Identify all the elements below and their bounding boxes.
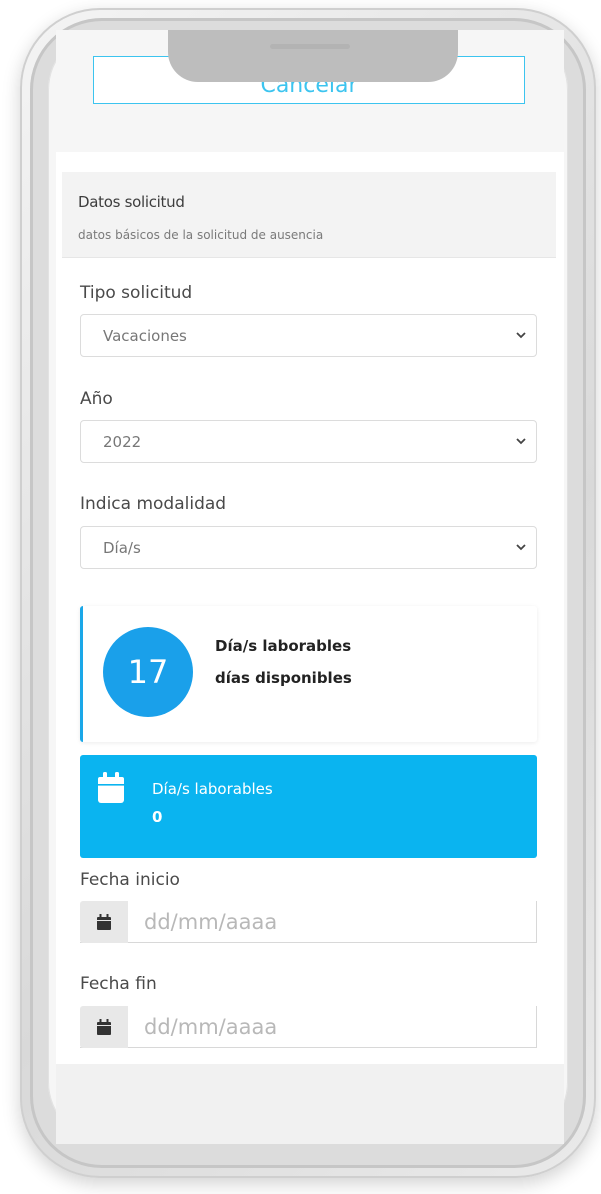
working-days-value: 0 xyxy=(152,808,163,826)
working-days-box xyxy=(80,755,537,858)
modalidad-select[interactable]: Día/s xyxy=(80,526,537,569)
chevron-down-icon xyxy=(516,544,526,551)
chevron-down-icon xyxy=(516,332,526,339)
calendar-icon xyxy=(97,1019,111,1035)
available-days-type: Día/s laborables xyxy=(215,637,352,655)
phone-notch xyxy=(168,30,458,82)
section-subtitle: datos básicos de la solicitud de ausenci… xyxy=(78,228,324,242)
fecha-fin-label: Fecha fin xyxy=(80,974,157,994)
available-days-label: días disponibles xyxy=(215,669,352,687)
working-days-label: Día/s laborables xyxy=(152,780,273,798)
tipo-solicitud-value: Vacaciones xyxy=(103,327,187,345)
fecha-fin-input[interactable] xyxy=(144,1014,524,1040)
chevron-down-icon xyxy=(516,438,526,445)
modalidad-value: Día/s xyxy=(103,539,141,557)
anio-select[interactable]: 2022 xyxy=(80,420,537,463)
anio-label: Año xyxy=(80,389,113,409)
tipo-solicitud-label: Tipo solicitud xyxy=(80,283,193,303)
fecha-inicio-field[interactable] xyxy=(80,901,537,943)
calendar-icon xyxy=(97,914,111,930)
calendar-icon xyxy=(98,772,124,803)
date-addon[interactable] xyxy=(80,901,128,943)
fecha-fin-field[interactable] xyxy=(80,1006,537,1048)
fecha-inicio-input[interactable] xyxy=(144,909,524,935)
section-header xyxy=(62,172,556,258)
tipo-solicitud-select[interactable]: Vacaciones xyxy=(80,314,537,357)
bottom-area xyxy=(56,1064,564,1144)
available-days-count: 17 xyxy=(103,627,193,717)
section-title: Datos solicitud xyxy=(78,193,185,211)
modalidad-label: Indica modalidad xyxy=(80,494,227,514)
anio-value: 2022 xyxy=(103,433,142,451)
fecha-inicio-label: Fecha inicio xyxy=(80,870,180,890)
date-addon[interactable] xyxy=(80,1006,128,1048)
